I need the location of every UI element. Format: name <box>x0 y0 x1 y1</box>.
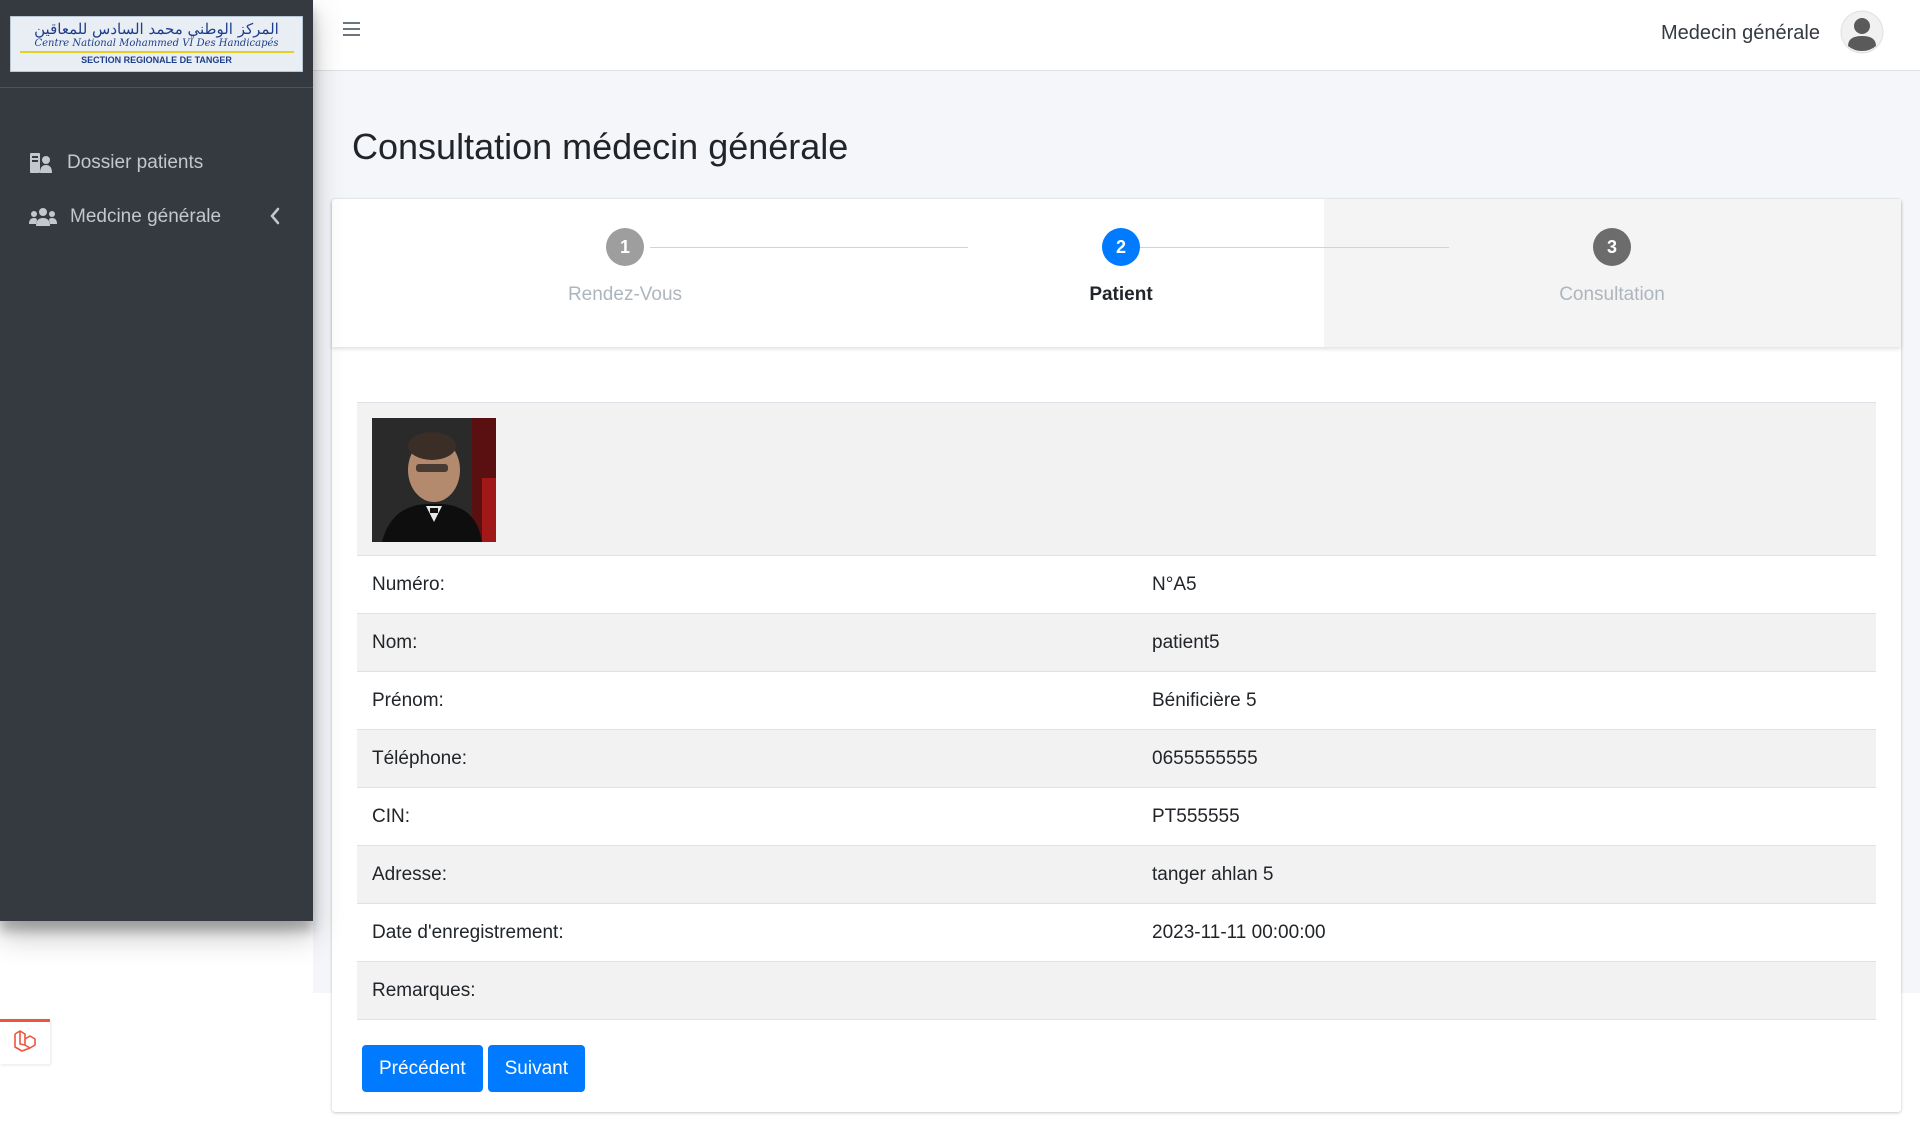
users-icon <box>29 207 57 227</box>
previous-button[interactable]: Précédent <box>362 1045 483 1092</box>
table-row: Prénom: Bénificière 5 <box>357 672 1876 730</box>
table-row: Téléphone: 0655555555 <box>357 730 1876 788</box>
patient-photo <box>372 418 496 542</box>
sidebar-item-medcine-generale[interactable]: Medcine générale <box>0 190 313 244</box>
table-row: Nom: patient5 <box>357 614 1876 672</box>
field-value: 2023-11-11 00:00:00 <box>1152 921 1326 943</box>
step-actions: Précédent Suivant <box>362 1045 585 1092</box>
field-value: N°A5 <box>1152 573 1197 595</box>
field-label: CIN: <box>372 805 410 827</box>
sidebar-item-label: Dossier patients <box>67 152 204 173</box>
page-title: Consultation médecin générale <box>352 126 849 167</box>
top-navbar: Medecin générale <box>313 0 1920 71</box>
sidebar: المركز الوطني محمد السادس للمعاقين Centr… <box>0 0 313 921</box>
field-label: Prénom: <box>372 689 444 711</box>
menu-toggle-icon[interactable] <box>343 19 361 44</box>
stepper: 1 Rendez-Vous 2 Patient 3 Consultation <box>332 199 1901 347</box>
field-label: Remarques: <box>372 979 476 1001</box>
consultation-card: 1 Rendez-Vous 2 Patient 3 Consultation N… <box>332 199 1901 1112</box>
field-label: Téléphone: <box>372 747 468 769</box>
field-value: 0655555555 <box>1152 747 1258 769</box>
user-name[interactable]: Medecin générale <box>1661 22 1820 45</box>
step-label: Patient <box>1089 284 1153 305</box>
laravel-icon <box>12 1028 38 1059</box>
table-row: Adresse: tanger ahlan 5 <box>357 846 1876 904</box>
laravel-debugbar-tab[interactable] <box>0 1019 50 1064</box>
field-label: Adresse: <box>372 863 447 885</box>
field-label: Date d'enregistrement: <box>372 921 564 943</box>
logo-section-text: SECTION REGIONALE DE TANGER <box>81 55 232 65</box>
brand[interactable]: المركز الوطني محمد السادس للمعاقين Centr… <box>0 0 313 88</box>
logo-latin-text: Centre National Mohammed VI Des Handicap… <box>19 38 294 53</box>
center-logo: المركز الوطني محمد السادس للمعاقين Centr… <box>10 15 303 72</box>
step-label: Rendez-Vous <box>567 284 683 305</box>
sidebar-nav: Dossier patients Medcine générale <box>0 88 313 244</box>
field-value: patient5 <box>1152 631 1220 653</box>
field-value: PT555555 <box>1152 805 1240 827</box>
step-number: 1 <box>606 228 644 266</box>
step-patient[interactable]: 2 Patient <box>1021 199 1221 347</box>
logo-arabic-text: المركز الوطني محمد السادس للمعاقين <box>34 20 279 38</box>
field-value: Bénificière 5 <box>1152 689 1257 711</box>
photo-row <box>357 402 1876 556</box>
table-row: CIN: PT555555 <box>357 788 1876 846</box>
sidebar-item-dossier-patients[interactable]: Dossier patients <box>0 136 313 190</box>
step-consultation[interactable]: 3 Consultation <box>1512 199 1712 347</box>
next-button[interactable]: Suivant <box>487 1045 585 1092</box>
table-row: Remarques: <box>357 962 1876 1020</box>
chevron-left-icon[interactable] <box>269 207 281 231</box>
table-row: Numéro: N°A5 <box>357 556 1876 614</box>
field-value: tanger ahlan 5 <box>1152 863 1274 885</box>
patient-file-icon <box>29 152 57 174</box>
table-row: Date d'enregistrement: 2023-11-11 00:00:… <box>357 904 1876 962</box>
user-avatar-icon[interactable] <box>1840 10 1884 59</box>
sidebar-item-label: Medcine générale <box>70 206 222 227</box>
step-rendez-vous[interactable]: 1 Rendez-Vous <box>525 199 725 347</box>
step-number: 2 <box>1102 228 1140 266</box>
field-label: Numéro: <box>372 573 445 595</box>
step-number: 3 <box>1593 228 1631 266</box>
step-label: Consultation <box>1559 284 1665 305</box>
field-label: Nom: <box>372 631 418 653</box>
patient-info-table: Numéro: N°A5 Nom: patient5 Prénom: Bénif… <box>357 402 1876 1020</box>
